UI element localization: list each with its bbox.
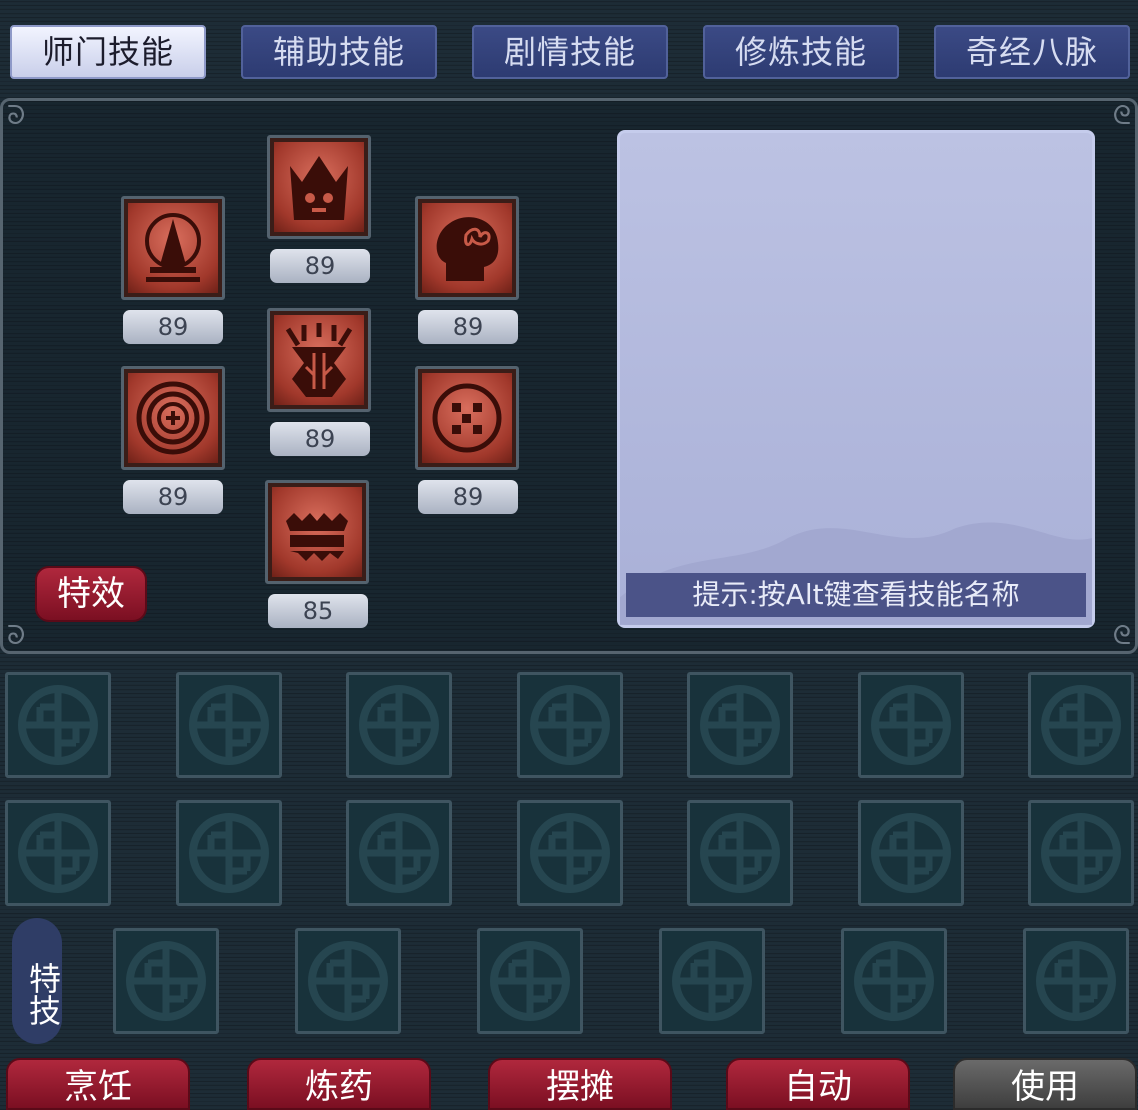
quick-slot[interactable] (858, 800, 964, 906)
emblem-icon (670, 939, 754, 1023)
quick-slot[interactable] (176, 672, 282, 778)
emblem-icon (698, 683, 782, 767)
head-icon (436, 217, 499, 281)
quick-slot[interactable] (5, 800, 111, 906)
tab-support-skills[interactable]: 辅助技能 (241, 25, 437, 79)
skill-slot-6[interactable] (415, 366, 519, 470)
emblem-icon (357, 683, 441, 767)
emblem-icon (1039, 811, 1123, 895)
quick-slot[interactable] (346, 672, 452, 778)
corner-ornament-icon: ᘐ (7, 101, 26, 131)
totem-icon (285, 323, 353, 397)
special-skill-slot[interactable] (113, 928, 219, 1034)
quick-slot[interactable] (1028, 672, 1134, 778)
special-skill-slot[interactable] (841, 928, 947, 1034)
quick-slot[interactable] (176, 800, 282, 906)
alchemy-button[interactable]: 炼药 (247, 1058, 431, 1110)
corner-ornament-icon: ᘓ (1112, 101, 1131, 131)
emblem-icon (16, 811, 100, 895)
quick-slot[interactable] (858, 672, 964, 778)
skill-slot-4[interactable] (121, 366, 225, 470)
emblem-icon (488, 939, 572, 1023)
special-skill-slot[interactable] (659, 928, 765, 1034)
special-skill-slot[interactable] (477, 928, 583, 1034)
emblem-icon (698, 811, 782, 895)
skill-slot-7[interactable] (265, 480, 369, 584)
auto-button[interactable]: 自动 (726, 1058, 910, 1110)
quick-slot[interactable] (687, 800, 793, 906)
skill-level-5: 89 (270, 422, 370, 456)
corner-ornament-icon: ᘓ (1112, 621, 1131, 651)
emblem-icon (528, 811, 612, 895)
tab-story-skills[interactable]: 剧情技能 (472, 25, 668, 79)
corner-ornament-icon: ᘐ (7, 621, 26, 651)
quick-slot[interactable] (517, 672, 623, 778)
emblem-icon (528, 683, 612, 767)
emblem-icon (1039, 683, 1123, 767)
crown-icon (290, 156, 348, 220)
emblem-icon (869, 683, 953, 767)
quick-slot[interactable] (5, 672, 111, 778)
special-skill-slot[interactable] (295, 928, 401, 1034)
emblem-icon (869, 811, 953, 895)
quick-slot[interactable] (1028, 800, 1134, 906)
emblem-icon (16, 683, 100, 767)
special-skills-label: 特技 (12, 918, 62, 1044)
bell-icon (145, 213, 201, 282)
tab-meridians[interactable]: 奇经八脉 (934, 25, 1130, 79)
skill-level-3: 89 (418, 310, 518, 344)
quick-slot[interactable] (687, 672, 793, 778)
skill-level-2: 89 (270, 249, 370, 283)
emblem-icon (1034, 939, 1118, 1023)
quick-slot[interactable] (517, 800, 623, 906)
tab-cultivation-skills[interactable]: 修炼技能 (703, 25, 899, 79)
skill-level-4: 89 (123, 480, 223, 514)
quick-slot[interactable] (346, 800, 452, 906)
cook-button[interactable]: 烹饪 (6, 1058, 190, 1110)
emblem-icon (187, 683, 271, 767)
emblem-icon (306, 939, 390, 1023)
effects-button[interactable]: 特效 (35, 566, 147, 622)
special-skill-slot[interactable] (1023, 928, 1129, 1034)
skill-info-box: 提示:按Alt键查看技能名称 (617, 130, 1095, 628)
tab-school-skills[interactable]: 师门技能 (10, 25, 206, 79)
emblem-icon (124, 939, 208, 1023)
orb-icon (432, 383, 502, 453)
skill-slot-1[interactable] (121, 196, 225, 300)
skill-slot-5[interactable] (267, 308, 371, 412)
emblem-icon (852, 939, 936, 1023)
use-button[interactable]: 使用 (953, 1058, 1137, 1110)
emblem-icon (357, 811, 441, 895)
skill-slot-2[interactable] (267, 135, 371, 239)
skill-level-7: 85 (268, 594, 368, 628)
mountain-backdrop-icon (620, 522, 1092, 625)
flame-crown-icon (286, 513, 348, 561)
skill-level-1: 89 (123, 310, 223, 344)
set-up-stall-button[interactable]: 摆摊 (488, 1058, 672, 1110)
skill-level-6: 89 (418, 480, 518, 514)
skill-slot-3[interactable] (415, 196, 519, 300)
gear-icon (136, 381, 210, 455)
emblem-icon (187, 811, 271, 895)
info-hint: 提示:按Alt键查看技能名称 (626, 573, 1086, 617)
